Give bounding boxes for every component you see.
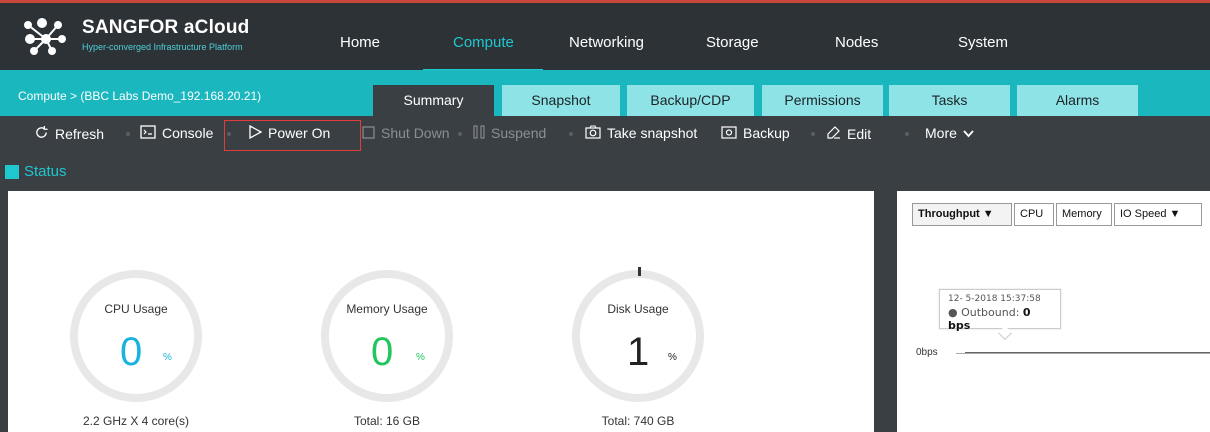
suspend-label: Suspend	[491, 125, 547, 141]
camera-icon	[585, 125, 601, 141]
status-title: Status	[24, 163, 67, 180]
tab-alarms[interactable]: Alarms	[1017, 85, 1138, 116]
stop-icon	[362, 125, 375, 141]
nav-system[interactable]: System	[958, 34, 1008, 51]
memory-total: Total: 16 GB	[353, 414, 421, 428]
cpu-chart-button[interactable]: CPU	[1014, 203, 1054, 226]
cpu-usage-unit: %	[163, 352, 172, 363]
more-label: More	[925, 125, 957, 141]
chart-baseline	[956, 353, 1210, 354]
suspend-button[interactable]: Suspend	[473, 125, 546, 141]
chevron-down-icon	[963, 126, 974, 140]
disk-usage-unit: %	[668, 352, 677, 363]
tab-snapshot[interactable]: Snapshot	[502, 85, 620, 116]
disk-usage-label: Disk Usage	[607, 302, 669, 316]
top-navigation-bar: SANGFOR aCloud Hyper-converged Infrastru…	[0, 0, 1210, 73]
take-snapshot-button[interactable]: Take snapshot	[585, 125, 697, 141]
disk-gauge-marker	[638, 267, 641, 276]
tab-summary[interactable]: Summary	[373, 85, 494, 116]
y-axis-tick: 0bps	[916, 347, 938, 358]
tooltip-series-name: Outbound:	[961, 306, 1020, 319]
memory-usage-value: 0	[371, 330, 394, 374]
nav-home[interactable]: Home	[340, 34, 380, 51]
shut-down-label: Shut Down	[381, 125, 450, 141]
take-snapshot-label: Take snapshot	[607, 125, 698, 141]
brand-subtitle: Hyper-converged Infrastructure Platform	[82, 42, 243, 52]
tab-backup-cdp[interactable]: Backup/CDP	[627, 85, 754, 116]
shut-down-button[interactable]: Shut Down	[362, 125, 449, 141]
brand: SANGFOR aCloud Hyper-converged Infrastru…	[82, 17, 249, 52]
more-dropdown[interactable]: More	[925, 125, 974, 141]
breadcrumb[interactable]: Compute > (BBC Labs Demo_192.168.20.21)	[18, 89, 261, 103]
status-header	[0, 152, 1210, 190]
memory-usage-unit: %	[416, 352, 425, 363]
disk-usage-value: 1	[627, 330, 650, 374]
cpu-usage-label: CPU Usage	[104, 302, 168, 316]
status-marker	[5, 165, 19, 179]
chart-tooltip: 12- 5-2018 15:37:58 ● Outbound: 0 bps	[939, 289, 1061, 332]
refresh-label: Refresh	[55, 125, 105, 142]
throughput-label: Throughput	[918, 208, 980, 220]
tooltip-timestamp: 12- 5-2018 15:37:58	[948, 294, 1041, 304]
pause-icon	[473, 125, 485, 141]
backup-button[interactable]: Backup	[721, 125, 790, 141]
refresh-icon	[34, 125, 49, 142]
toolbar: Refresh Console Power On Shut Down Suspe…	[0, 116, 1210, 152]
caret-down-icon: ▼	[982, 208, 994, 220]
nav-networking[interactable]: Networking	[569, 34, 644, 51]
io-speed-label: IO Speed	[1120, 208, 1167, 220]
io-speed-dropdown[interactable]: IO Speed ▼	[1114, 203, 1202, 226]
backup-label: Backup	[743, 125, 790, 141]
disk-total: Total: 740 GB	[601, 414, 675, 428]
nav-storage[interactable]: Storage	[706, 34, 759, 51]
cpu-usage-value: 0	[120, 330, 143, 374]
tab-permissions[interactable]: Permissions	[762, 85, 883, 116]
sangfor-logo-icon	[24, 18, 66, 55]
throughput-dropdown[interactable]: Throughput ▼	[912, 203, 1012, 226]
edit-icon	[826, 125, 841, 142]
tab-tasks[interactable]: Tasks	[889, 85, 1010, 116]
brand-name: SANGFOR aCloud	[82, 17, 250, 38]
outbound-series-line	[965, 352, 1210, 353]
nav-nodes[interactable]: Nodes	[835, 34, 878, 51]
memory-chart-button[interactable]: Memory	[1056, 203, 1112, 226]
console-label: Console	[162, 125, 214, 141]
console-button[interactable]: Console	[140, 125, 213, 141]
power-on-highlight	[224, 120, 361, 151]
caret-down-icon: ▼	[1169, 208, 1181, 220]
memory-usage-label: Memory Usage	[346, 302, 428, 316]
edit-label: Edit	[847, 125, 872, 142]
console-icon	[140, 125, 156, 141]
nav-compute[interactable]: Compute	[453, 34, 514, 51]
backup-icon	[721, 125, 737, 141]
refresh-button[interactable]: Refresh	[34, 125, 104, 142]
tooltip-series: ● Outbound: 0 bps	[948, 306, 1031, 332]
cpu-spec: 2.2 GHz X 4 core(s)	[82, 414, 190, 428]
edit-button[interactable]: Edit	[826, 125, 871, 142]
